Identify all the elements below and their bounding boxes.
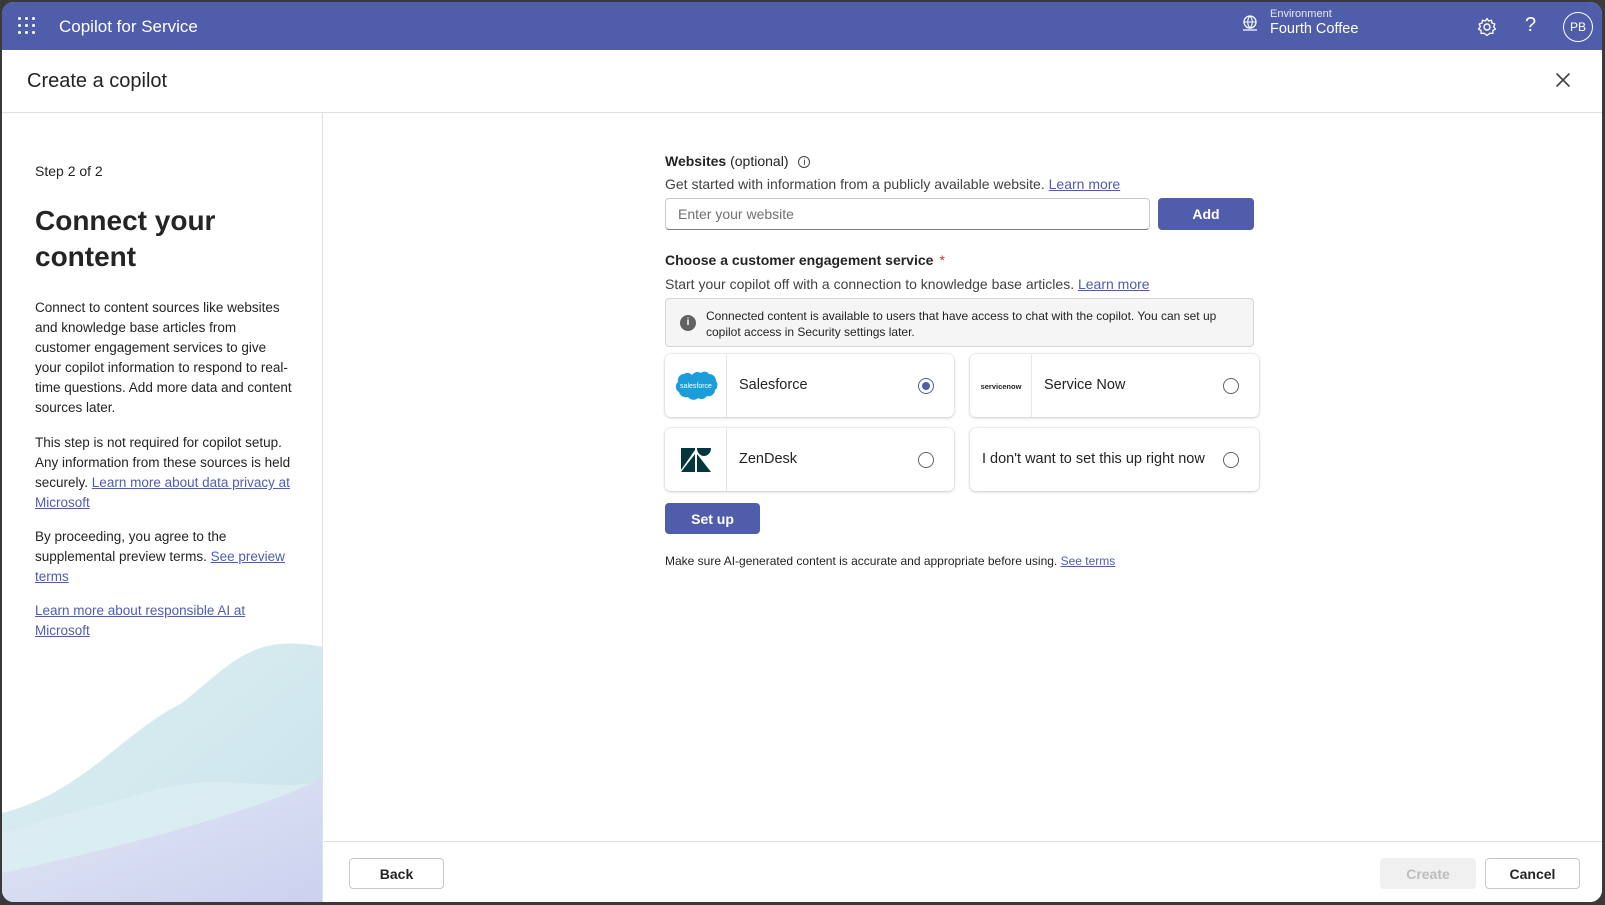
step-indicator: Step 2 of 2: [35, 163, 103, 179]
svg-text:salesforce: salesforce: [680, 383, 712, 390]
app-launcher-icon[interactable]: [18, 17, 36, 35]
help-icon[interactable]: ?: [1525, 14, 1536, 37]
main-content: Websites (optional) i Get started with i…: [324, 113, 1602, 841]
websites-desc-text: Get started with information from a publ…: [665, 176, 1045, 192]
app-window: Copilot for Service Environment Fourth C…: [2, 2, 1602, 902]
dialog-footer: Back Create Cancel: [324, 841, 1602, 902]
ai-disclaimer: Make sure AI-generated content is accura…: [665, 554, 1115, 568]
disclaimer-text: Make sure AI-generated content is accura…: [665, 554, 1058, 568]
terms-text: By proceeding, you agree to the suppleme…: [35, 529, 227, 564]
info-message-bar: i Connected content is available to user…: [665, 298, 1254, 347]
websites-learn-more-link[interactable]: Learn more: [1049, 176, 1121, 192]
set-up-button[interactable]: Set up: [665, 503, 760, 534]
responsible-ai-link[interactable]: Learn more about responsible AI at Micro…: [35, 603, 245, 638]
engagement-description: Start your copilot off with a connection…: [665, 276, 1150, 292]
intro-text: Connect to content sources like websites…: [35, 300, 292, 415]
close-icon[interactable]: [1554, 71, 1572, 89]
radio-salesforce[interactable]: [918, 378, 934, 394]
create-button[interactable]: Create: [1380, 858, 1476, 889]
environment-name: Fourth Coffee: [1270, 21, 1359, 37]
service-name-servicenow: Service Now: [1044, 377, 1126, 393]
responsible-ai-paragraph: Learn more about responsible AI at Micro…: [35, 601, 295, 641]
app-title: Copilot for Service: [59, 17, 198, 36]
service-name-zendesk: ZenDesk: [739, 451, 798, 467]
privacy-paragraph: This step is not required for copilot se…: [35, 433, 295, 513]
zendesk-logo: [665, 428, 727, 491]
salesforce-logo: salesforce: [665, 354, 727, 417]
top-bar: Copilot for Service Environment Fourth C…: [2, 2, 1602, 50]
service-name-none: I don't want to set this up right now: [982, 451, 1205, 467]
required-mark: *: [939, 252, 945, 268]
radio-servicenow[interactable]: [1223, 378, 1239, 394]
engagement-title: Choose a customer engagement service: [665, 252, 934, 268]
info-filled-icon: i: [680, 315, 696, 331]
dialog-header: Create a copilot: [2, 50, 1602, 113]
engagement-learn-more-link[interactable]: Learn more: [1078, 276, 1150, 292]
info-icon[interactable]: i: [798, 156, 811, 169]
dialog-title: Create a copilot: [27, 70, 168, 92]
settings-gear-icon[interactable]: [1476, 16, 1498, 38]
service-card-salesforce[interactable]: salesforce Salesforce: [665, 354, 954, 417]
add-website-button[interactable]: Add: [1158, 198, 1254, 230]
service-name-salesforce: Salesforce: [739, 377, 808, 393]
back-button[interactable]: Back: [349, 858, 444, 889]
engagement-desc-text: Start your copilot off with a connection…: [665, 276, 1075, 292]
environment-label: Environment: [1270, 8, 1332, 20]
environment-picker[interactable]: Environment Fourth Coffee: [1240, 8, 1358, 37]
websites-title: Websites: [665, 153, 727, 169]
websites-description: Get started with information from a publ…: [665, 176, 1120, 192]
left-panel: Step 2 of 2 Connect your content Connect…: [2, 113, 323, 902]
info-message-text: Connected content is available to users …: [706, 309, 1217, 339]
environment-icon: [1243, 14, 1257, 31]
websites-label: Websites (optional) i: [665, 153, 811, 169]
terms-paragraph: By proceeding, you agree to the suppleme…: [35, 527, 295, 587]
websites-optional: (optional): [730, 153, 789, 169]
avatar[interactable]: PB: [1563, 12, 1593, 42]
svg-text:servicenow: servicenow: [980, 382, 1021, 391]
see-terms-link[interactable]: See terms: [1061, 554, 1116, 568]
website-input[interactable]: [665, 198, 1150, 230]
servicenow-logo: servicenow: [970, 354, 1032, 417]
service-card-servicenow[interactable]: servicenow Service Now: [970, 354, 1259, 417]
service-card-none[interactable]: I don't want to set this up right now: [970, 428, 1259, 491]
service-card-zendesk[interactable]: ZenDesk: [665, 428, 954, 491]
page-heading: Connect your content: [35, 205, 216, 272]
radio-none[interactable]: [1223, 452, 1239, 468]
cancel-button[interactable]: Cancel: [1485, 858, 1580, 889]
engagement-label: Choose a customer engagement service *: [665, 252, 945, 268]
radio-zendesk[interactable]: [918, 452, 934, 468]
